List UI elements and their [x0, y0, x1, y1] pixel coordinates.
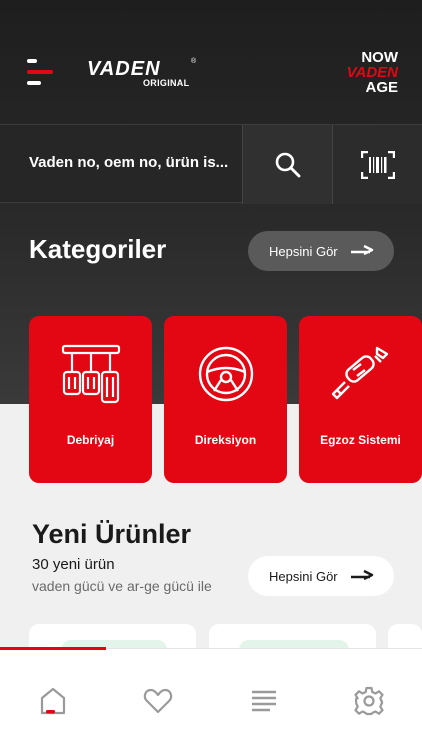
- category-card-debriyaj[interactable]: Debriyaj: [29, 316, 152, 483]
- list-icon: [252, 690, 276, 712]
- search-bar: Vaden no, oem no, ürün is...: [0, 124, 422, 204]
- categories-see-all-button[interactable]: Hepsini Gör: [248, 231, 394, 271]
- barcode-icon: [360, 150, 395, 179]
- heart-icon: [143, 688, 173, 714]
- category-card-egzoz-sistemi[interactable]: Egzoz Sistemi: [299, 316, 422, 483]
- pedals-icon: [61, 344, 120, 404]
- search-input[interactable]: Vaden no, oem no, ürün is...: [29, 154, 239, 171]
- exhaust-icon: [331, 346, 388, 400]
- tab-list[interactable]: [246, 683, 282, 719]
- bottom-tab-bar: [0, 647, 422, 750]
- home-icon: [40, 687, 66, 715]
- tab-home[interactable]: [35, 683, 71, 719]
- settings-icon: [354, 686, 384, 716]
- see-all-label: Hepsini Gör: [269, 568, 338, 584]
- barcode-scan-button[interactable]: [333, 125, 422, 204]
- category-label: Direksiyon: [194, 433, 257, 447]
- new-products-subtitle: vaden gücü ve ar-ge gücü ile: [32, 578, 212, 594]
- category-label: Debriyaj: [66, 433, 115, 447]
- arrow-right-icon: [351, 244, 374, 256]
- active-tab-indicator: [0, 647, 106, 650]
- categories-title: Kategoriler: [29, 234, 167, 264]
- new-products-title: Yeni Ürünler: [32, 519, 192, 549]
- steering-wheel-icon: [198, 346, 253, 402]
- category-label: Egzoz Sistemi: [320, 433, 401, 447]
- vaden-logo: VADEN ® ORIGINAL: [87, 58, 197, 88]
- see-all-label: Hepsini Gör: [269, 243, 338, 259]
- menu-icon[interactable]: [27, 59, 53, 87]
- search-button[interactable]: [243, 125, 332, 204]
- new-products-see-all-button[interactable]: Hepsini Gör: [248, 556, 394, 596]
- now-vaden-age-logo: NOW VADEN AGE: [346, 49, 398, 96]
- search-icon: [275, 152, 300, 177]
- arrow-right-icon: [351, 569, 374, 581]
- tab-favorites[interactable]: [140, 683, 176, 719]
- new-products-count: 30 yeni ürün: [32, 556, 115, 573]
- category-card-direksiyon[interactable]: Direksiyon: [164, 316, 287, 483]
- tab-settings[interactable]: [351, 683, 387, 719]
